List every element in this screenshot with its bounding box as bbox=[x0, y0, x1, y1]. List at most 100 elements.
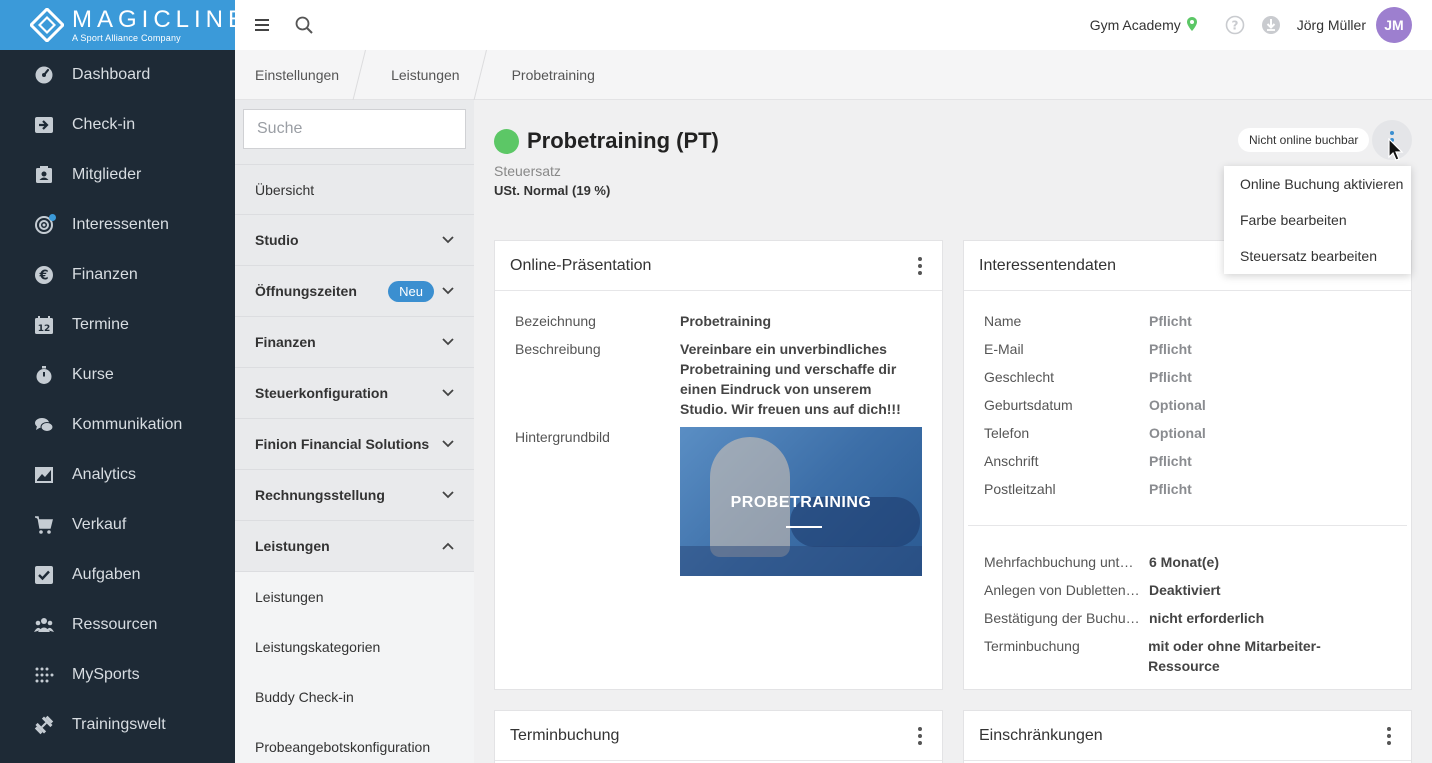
nav-item-courses[interactable]: Kurse bbox=[0, 350, 235, 400]
svg-text:12: 12 bbox=[38, 324, 51, 334]
nav-label: Mitglieder bbox=[72, 166, 142, 183]
field-label: Bestätigung der Buchung bbox=[984, 610, 1142, 626]
menu-item-edit-tax-rate[interactable]: Steuersatz bearbeiten bbox=[1224, 238, 1411, 274]
page-actions-dropdown: Online Buchung aktivieren Farbe bearbeit… bbox=[1224, 166, 1411, 274]
download-icon[interactable] bbox=[1261, 15, 1281, 35]
settings-item-label: Finion Financial Solutions bbox=[255, 436, 430, 452]
settings-item-invoicing[interactable]: Rechnungsstellung bbox=[235, 470, 474, 521]
nav-item-checkin[interactable]: Check-in bbox=[0, 100, 235, 150]
nav-item-tasks[interactable]: Aufgaben bbox=[0, 550, 235, 600]
user-name[interactable]: Jörg Müller bbox=[1297, 17, 1366, 33]
field-label: Mehrfachbuchung unte… bbox=[984, 554, 1142, 570]
settings-item-tax-config[interactable]: Steuerkonfiguration bbox=[235, 368, 474, 419]
hamburger-menu-icon[interactable] bbox=[255, 19, 269, 31]
nav-label: Finanzen bbox=[72, 266, 138, 283]
nav-label: Verkauf bbox=[72, 516, 127, 533]
members-icon bbox=[34, 165, 54, 185]
nav-item-mysports[interactable]: MySports bbox=[0, 650, 235, 700]
nav-label: Kurse bbox=[72, 366, 114, 383]
nav-label: Kommunikation bbox=[72, 416, 183, 433]
search-icon[interactable] bbox=[295, 16, 313, 34]
online-status-badge: Nicht online buchbar bbox=[1238, 128, 1370, 152]
studio-selector[interactable]: Gym Academy bbox=[1089, 16, 1197, 34]
main-navigation: MAGICLINE A Sport Alliance Company Dashb… bbox=[0, 0, 244, 763]
chart-icon bbox=[34, 465, 54, 485]
nav-label: Aufgaben bbox=[72, 566, 141, 583]
field-value: mit oder ohne Mitarbeiter-Ressource bbox=[1148, 638, 1321, 674]
menu-item-activate-online-booking[interactable]: Online Buchung aktivieren bbox=[1224, 166, 1411, 202]
nav-item-dashboard[interactable]: Dashboard bbox=[0, 50, 235, 100]
location-pin-icon bbox=[1186, 16, 1197, 34]
breadcrumb: Einstellungen Leistungen Probetraining bbox=[235, 50, 1432, 100]
breadcrumb-item[interactable]: Leistungen bbox=[371, 50, 480, 100]
nav-item-trainingsworld[interactable]: Trainingswelt bbox=[0, 700, 235, 750]
breadcrumb-separator bbox=[359, 50, 371, 100]
logo-tagline: A Sport Alliance Company bbox=[72, 32, 181, 43]
nav-label: Trainingswelt bbox=[72, 716, 166, 733]
nav-item-appointments[interactable]: 12 Termine bbox=[0, 300, 235, 350]
settings-subitem-buddy-checkin[interactable]: Buddy Check-in bbox=[235, 672, 474, 722]
field-label: Name bbox=[984, 313, 1022, 329]
calendar-icon: 12 bbox=[34, 315, 54, 335]
nav-item-finances[interactable]: € Finanzen bbox=[0, 250, 235, 300]
field-value: nicht erforderlich bbox=[1149, 610, 1265, 626]
settings-item-overview[interactable]: Übersicht bbox=[235, 164, 474, 215]
card-menu-kebab-icon[interactable] bbox=[913, 252, 927, 280]
chevron-down-icon bbox=[442, 491, 454, 499]
studio-name: Gym Academy bbox=[1089, 17, 1181, 33]
field-value: Pflicht bbox=[1149, 453, 1192, 469]
breadcrumb-item[interactable]: Einstellungen bbox=[235, 50, 359, 100]
chat-icon bbox=[34, 415, 54, 435]
notification-dot bbox=[49, 214, 56, 221]
card-title: Terminbuchung bbox=[510, 726, 620, 744]
field-label: Anlegen von Dubletten … bbox=[984, 582, 1144, 598]
magicline-logo[interactable]: MAGICLINE A Sport Alliance Company bbox=[0, 0, 244, 50]
restrictions-card: Einschränkungen bbox=[963, 710, 1412, 763]
chevron-down-icon bbox=[442, 338, 454, 346]
nav-label: Check-in bbox=[72, 116, 136, 133]
field-label: Terminbuchung bbox=[984, 638, 1080, 654]
nav-label: Ressourcen bbox=[72, 616, 158, 633]
settings-subitem-service-categories[interactable]: Leistungskategorien bbox=[235, 622, 474, 672]
settings-item-finion[interactable]: Finion Financial Solutions bbox=[235, 419, 474, 470]
logo-brand-text: MAGICLINE bbox=[72, 5, 250, 33]
field-value: Optional bbox=[1149, 397, 1206, 413]
chevron-down-icon bbox=[442, 236, 454, 244]
settings-item-finances[interactable]: Finanzen bbox=[235, 317, 474, 368]
tax-rate-value: USt. Normal (19 %) bbox=[494, 183, 611, 198]
settings-search-input[interactable] bbox=[243, 109, 466, 149]
settings-subitem-trial-offer-config[interactable]: Probeangebotskonfiguration bbox=[235, 722, 474, 763]
nav-label: Termine bbox=[72, 316, 129, 333]
nav-item-prospects[interactable]: Interessenten bbox=[0, 200, 235, 250]
checkin-icon bbox=[34, 115, 54, 135]
nav-label: Dashboard bbox=[72, 66, 151, 83]
menu-item-edit-color[interactable]: Farbe bearbeiten bbox=[1224, 202, 1411, 238]
nav-item-resources[interactable]: Ressourcen bbox=[0, 600, 235, 650]
help-icon[interactable]: ? bbox=[1225, 15, 1245, 35]
settings-subitem-services[interactable]: Leistungen bbox=[235, 572, 474, 622]
nav-item-communication[interactable]: Kommunikation bbox=[0, 400, 235, 450]
settings-item-studio[interactable]: Studio bbox=[235, 215, 474, 266]
field-label: Bezeichnung bbox=[515, 313, 596, 329]
field-label: Hintergrundbild bbox=[515, 429, 610, 445]
settings-sidebar: Übersicht Studio Öffnungszeiten Neu Fina… bbox=[235, 100, 474, 763]
description-value: Vereinbare ein unverbindliches Probetrai… bbox=[680, 341, 901, 417]
dumbbell-icon bbox=[34, 715, 54, 735]
nav-item-sales[interactable]: Verkauf bbox=[0, 500, 235, 550]
chevron-down-icon bbox=[442, 440, 454, 448]
nav-label: MySports bbox=[72, 666, 140, 683]
field-label: Geschlecht bbox=[984, 369, 1055, 385]
group-icon bbox=[34, 615, 54, 635]
prospects-icon bbox=[34, 214, 56, 235]
card-menu-kebab-icon[interactable] bbox=[913, 722, 927, 750]
nav-item-analytics[interactable]: Analytics bbox=[0, 450, 235, 500]
background-image: PROBETRAINING bbox=[680, 427, 922, 576]
card-menu-kebab-icon[interactable] bbox=[1382, 722, 1396, 750]
user-avatar[interactable]: JM bbox=[1376, 7, 1412, 43]
card-title: Online-Präsentation bbox=[510, 256, 652, 274]
settings-item-services[interactable]: Leistungen bbox=[235, 521, 474, 572]
settings-item-opening-hours[interactable]: Öffnungszeiten Neu bbox=[235, 266, 474, 317]
card-title: Interessentendaten bbox=[979, 256, 1116, 274]
field-label: Geburtsdatum bbox=[984, 397, 1073, 413]
nav-item-members[interactable]: Mitglieder bbox=[0, 150, 235, 200]
